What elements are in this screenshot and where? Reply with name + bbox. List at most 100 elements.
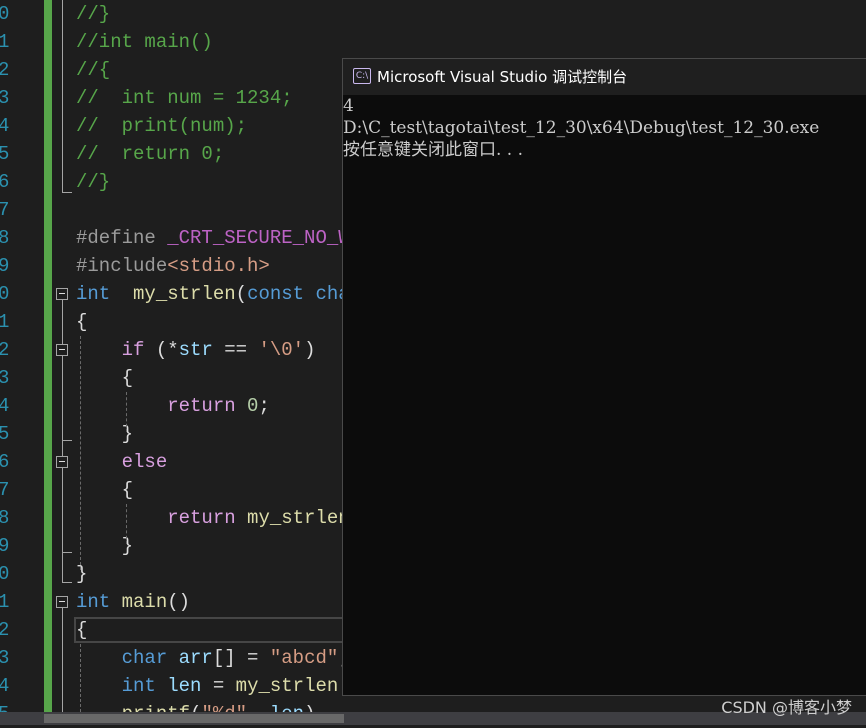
line-number: 5 [0, 143, 10, 165]
code-line[interactable]: else [76, 448, 168, 476]
line-number: 7 [0, 199, 10, 221]
code-line[interactable]: { [76, 364, 133, 392]
code-line[interactable]: #include<stdio.h> [76, 252, 270, 280]
line-number: 2 [0, 619, 10, 641]
code-line[interactable]: } [76, 560, 87, 588]
line-number: 3 [0, 647, 10, 669]
horizontal-scrollbar-thumb[interactable] [44, 714, 344, 723]
line-number: 4 [0, 675, 10, 697]
line-number: 2 [0, 339, 10, 361]
line-number: 7 [0, 479, 10, 501]
outline-line-main [62, 608, 63, 712]
code-token: // return 0; [76, 143, 225, 165]
code-token: int [121, 675, 156, 697]
code-line[interactable]: int main() [76, 588, 190, 616]
collapse-toggle-my-strlen[interactable] [56, 288, 68, 300]
code-line[interactable]: return my_strlen [76, 504, 350, 532]
debug-console-window[interactable]: C:\ Microsoft Visual Studio 调试控制台 4 D:\C… [342, 58, 866, 696]
line-number: 4 [0, 395, 10, 417]
code-token: const [247, 283, 305, 305]
code-token: ; [258, 395, 270, 417]
indent-guide [80, 644, 81, 712]
line-number: 8 [0, 227, 10, 249]
code-token: } [76, 563, 88, 585]
outline-end-comment-block [62, 192, 72, 193]
collapse-toggle-if[interactable] [56, 344, 68, 356]
line-number: 4 [0, 115, 10, 137]
line-number: 2 [0, 59, 10, 81]
outline-line-if [62, 356, 63, 440]
line-number: 0 [0, 283, 10, 305]
code-token: { [76, 479, 134, 501]
code-line[interactable]: //int main() [76, 28, 213, 56]
line-number: 9 [0, 535, 10, 557]
code-token: //int main() [76, 31, 213, 53]
code-line[interactable]: return 0; [76, 392, 270, 420]
code-token: [] = [212, 647, 270, 669]
code-line[interactable]: #define _CRT_SECURE_NO_W [76, 224, 350, 252]
code-line[interactable]: { [76, 476, 133, 504]
code-token: } [76, 423, 134, 445]
code-line[interactable]: //} [76, 0, 110, 28]
code-token: my_strlen [133, 283, 236, 305]
watermark: CSDN @博客小梦 [721, 698, 852, 717]
line-number: 1 [0, 591, 10, 613]
code-line[interactable]: // return 0; [76, 140, 224, 168]
code-line[interactable]: int my_strlen(const cha [76, 280, 350, 308]
code-token: //{ [76, 59, 111, 81]
code-token: '\0' [258, 339, 305, 361]
code-token: return [167, 507, 236, 529]
code-token: //} [76, 3, 111, 25]
code-token: return [167, 395, 236, 417]
code-line[interactable]: int len = my_strlen [76, 672, 339, 700]
indent-guide [126, 392, 127, 432]
code-line[interactable]: // print(num); [76, 112, 247, 140]
line-number: 0 [0, 563, 10, 585]
code-line[interactable]: //} [76, 168, 110, 196]
code-token: == [212, 339, 259, 361]
code-token: #include [76, 255, 168, 277]
code-token: { [76, 367, 134, 389]
vs-console-icon: C:\ [353, 68, 371, 84]
console-output[interactable]: 4 D:\C_test\tagotai\test_12_30\x64\Debug… [343, 95, 866, 161]
line-number: 3 [0, 87, 10, 109]
outline-line-else [62, 468, 63, 552]
code-line[interactable]: } [76, 420, 133, 448]
code-line[interactable]: char arr[] = "abcd"; [76, 644, 350, 672]
collapse-toggle-else[interactable] [56, 456, 68, 468]
code-token: int [76, 591, 111, 613]
code-line[interactable]: // int num = 1234; [76, 84, 293, 112]
code-token: // int num = 1234; [76, 87, 293, 109]
code-token: my_strlen [235, 675, 339, 697]
code-token: 0 [247, 395, 259, 417]
code-token: (* [144, 339, 179, 361]
collapse-toggle-main[interactable] [56, 596, 68, 608]
code-token: } [76, 535, 134, 557]
code-token: str [178, 339, 213, 361]
code-line[interactable]: if (*str == '\0') [76, 336, 316, 364]
code-token: main [121, 591, 168, 613]
code-token: len [167, 675, 202, 697]
code-line[interactable]: } [76, 532, 133, 560]
code-token: _CRT_SECURE_NO_W [167, 227, 350, 249]
code-line[interactable]: //{ [76, 56, 110, 84]
code-line[interactable]: { [76, 308, 87, 336]
code-token: ( [235, 283, 248, 305]
console-titlebar[interactable]: C:\ Microsoft Visual Studio 调试控制台 [343, 59, 866, 95]
code-token: if [121, 339, 145, 361]
code-token: my_strlen [247, 507, 350, 529]
indent-guide [126, 504, 127, 544]
line-number: 1 [0, 31, 10, 53]
outline-end-else [62, 552, 72, 553]
code-token: ) [304, 339, 316, 361]
